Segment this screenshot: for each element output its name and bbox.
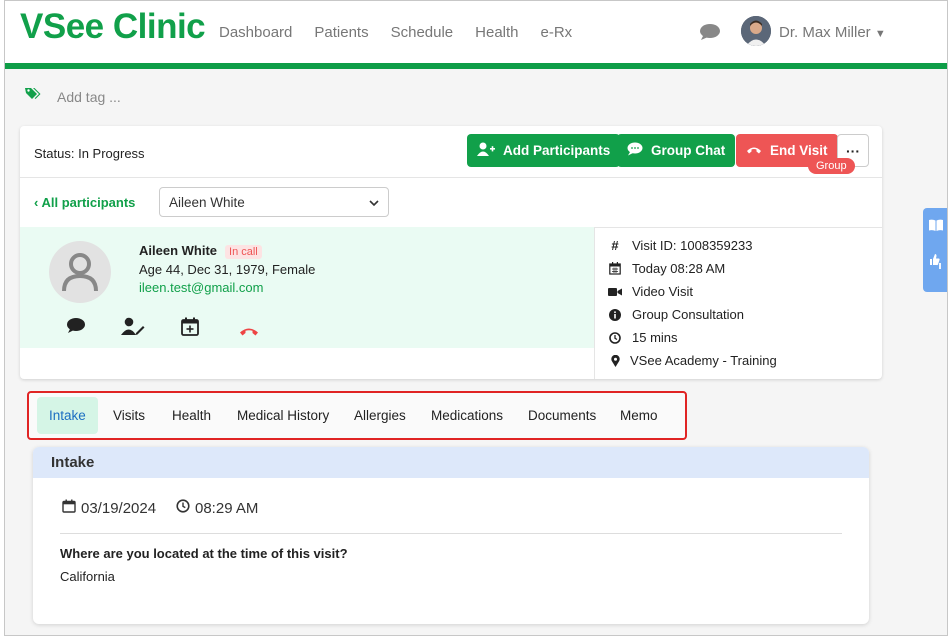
- tab-allergies[interactable]: Allergies: [354, 397, 406, 434]
- calendar-icon: [607, 262, 623, 275]
- feedback-side-tab[interactable]: [923, 208, 947, 292]
- tab-medical-history[interactable]: Medical History: [237, 397, 329, 434]
- group-badge: Group: [808, 158, 855, 174]
- visit-location: VSee Academy - Training: [630, 353, 777, 368]
- nav-schedule[interactable]: Schedule: [391, 24, 454, 41]
- divider: [20, 177, 882, 178]
- caret-down-icon: ▼: [874, 28, 886, 40]
- participant-selected-value: Aileen White: [169, 194, 245, 210]
- chat-bubble-icon[interactable]: [699, 23, 721, 46]
- group-chat-label: Group Chat: [651, 143, 726, 158]
- visit-id-row: # Visit ID: 1008359233: [607, 238, 752, 253]
- intake-time-value: 08:29 AM: [195, 499, 259, 517]
- hang-up-icon[interactable]: [239, 323, 259, 341]
- hang-up-icon: [746, 143, 762, 158]
- tag-row: Add tag ...: [25, 87, 121, 106]
- top-navbar: VSee Clinic Dashboard Patients Schedule …: [5, 1, 947, 69]
- visit-time-row: Today 08:28 AM: [607, 261, 725, 276]
- intake-date-value: 03/19/2024: [81, 499, 157, 517]
- divider: [594, 227, 595, 379]
- user-menu[interactable]: Dr. Max Miller ▼: [779, 24, 886, 41]
- nav-patients[interactable]: Patients: [314, 24, 368, 41]
- app-window: VSee Clinic Dashboard Patients Schedule …: [4, 0, 948, 636]
- nav-health[interactable]: Health: [475, 24, 518, 41]
- patient-panel: Aileen White In call Age 44, Dec 31, 1979…: [20, 227, 594, 348]
- add-participants-label: Add Participants: [503, 143, 611, 158]
- visit-id: Visit ID: 1008359233: [632, 238, 753, 253]
- patient-name-row: Aileen White In call: [139, 243, 262, 259]
- tab-documents[interactable]: Documents: [528, 397, 596, 434]
- intake-time: 08:29 AM: [176, 499, 258, 517]
- add-participants-button[interactable]: Add Participants: [467, 134, 621, 167]
- add-user-icon: [477, 142, 495, 159]
- user-avatar[interactable]: [741, 16, 771, 46]
- intake-question: Where are you located at the time of thi…: [60, 546, 348, 561]
- user-name: Dr. Max Miller: [779, 24, 871, 41]
- visit-reason-row: Group Consultation: [607, 307, 744, 322]
- edit-user-icon[interactable]: [121, 317, 145, 340]
- video-camera-icon: [607, 287, 623, 297]
- message-icon[interactable]: [66, 317, 86, 339]
- tab-memo[interactable]: Memo: [620, 397, 658, 434]
- patient-name: Aileen White: [139, 243, 218, 258]
- tab-medications[interactable]: Medications: [431, 397, 503, 434]
- chevron-down-icon: [369, 195, 379, 210]
- group-chat-button[interactable]: Group Chat: [617, 134, 736, 167]
- divider: [60, 533, 842, 534]
- clock-icon: [607, 331, 623, 344]
- main-nav: Dashboard Patients Schedule Health e-Rx: [219, 24, 572, 41]
- visit-time: Today 08:28 AM: [632, 261, 726, 276]
- add-tag-input[interactable]: Add tag ...: [57, 89, 121, 105]
- patient-email[interactable]: ileen.test@gmail.com: [139, 280, 263, 295]
- nav-dashboard[interactable]: Dashboard: [219, 24, 292, 41]
- all-participants-label: All participants: [41, 195, 136, 210]
- tab-visits[interactable]: Visits: [113, 397, 145, 434]
- visit-type: Video Visit: [632, 284, 693, 299]
- app-logo[interactable]: VSee Clinic: [20, 7, 206, 47]
- calendar-plus-icon[interactable]: [181, 317, 199, 341]
- intake-answer: California: [60, 569, 115, 584]
- clock-icon: [176, 499, 190, 517]
- patient-demographics: Age 44, Dec 31, 1979, Female: [139, 262, 316, 277]
- nav-erx[interactable]: e-Rx: [541, 24, 573, 41]
- hash-icon: #: [611, 238, 619, 253]
- intake-date: 03/19/2024: [62, 499, 156, 517]
- chevron-left-icon: ‹: [34, 195, 39, 210]
- intake-header: Intake: [33, 447, 869, 478]
- visit-card: Status: In Progress Add Participants Gro…: [20, 126, 882, 379]
- in-call-badge: In call: [225, 245, 262, 259]
- visit-location-row: VSee Academy - Training: [607, 353, 777, 368]
- visit-status: Status: In Progress: [34, 146, 145, 161]
- tab-health[interactable]: Health: [172, 397, 211, 434]
- tags-icon: [25, 87, 41, 106]
- intake-card: Intake 03/19/2024 08:29 AM Where are you…: [33, 447, 869, 624]
- all-participants-link[interactable]: ‹ All participants: [34, 195, 135, 210]
- info-circle-icon: [607, 308, 623, 321]
- participant-select[interactable]: Aileen White: [159, 187, 389, 217]
- end-visit-label: End Visit: [770, 143, 828, 158]
- visit-type-row: Video Visit: [607, 284, 693, 299]
- chat-icon: [627, 142, 643, 159]
- patient-avatar: [49, 241, 111, 303]
- thumbs-icon: [929, 253, 944, 274]
- tab-intake[interactable]: Intake: [37, 397, 98, 434]
- visit-duration: 15 mins: [632, 330, 678, 345]
- map-marker-icon: [607, 354, 623, 367]
- tab-bar: Intake Visits Health Medical History All…: [27, 391, 687, 440]
- calendar-icon: [62, 499, 76, 517]
- visit-reason: Group Consultation: [632, 307, 745, 322]
- book-icon: [929, 218, 943, 236]
- visit-duration-row: 15 mins: [607, 330, 678, 345]
